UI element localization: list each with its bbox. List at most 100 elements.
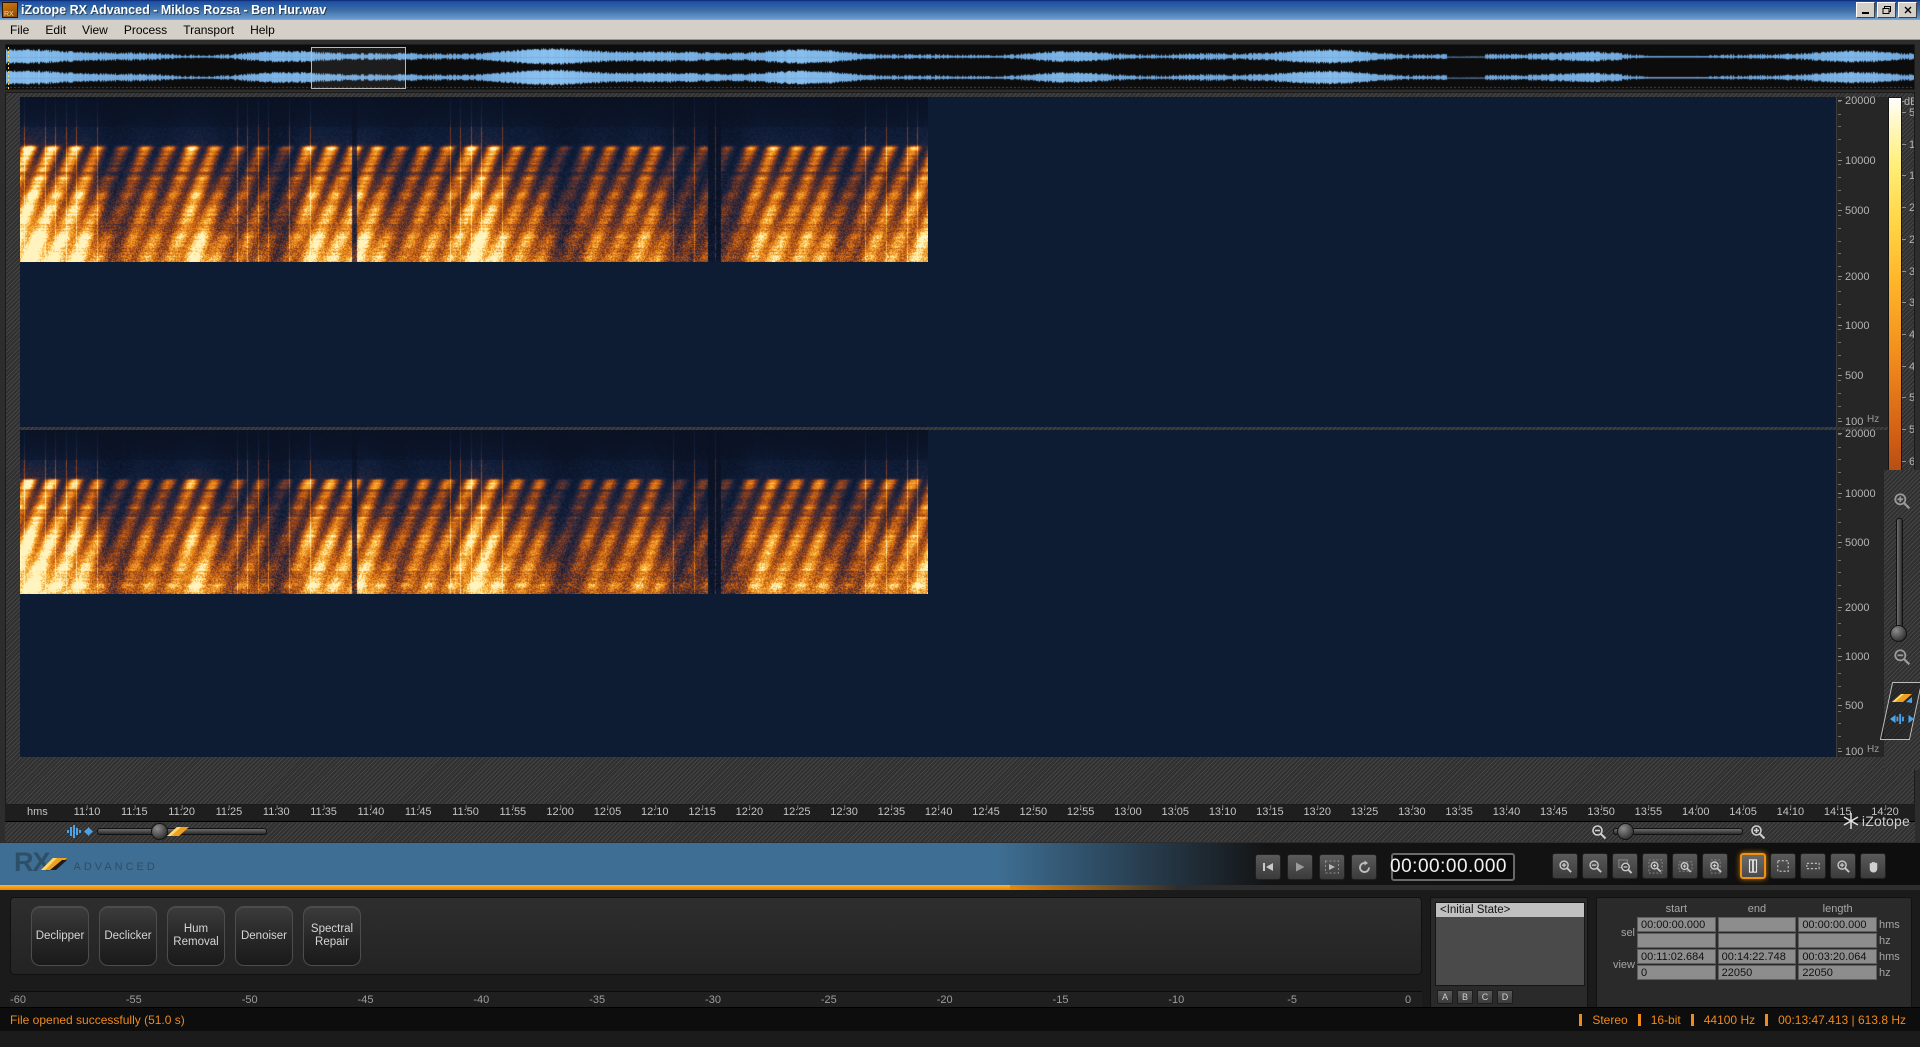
time-tick-label: 12:55 xyxy=(1066,805,1095,818)
db-tick-label: 55 xyxy=(1902,424,1914,436)
restore-icon[interactable] xyxy=(1877,2,1896,18)
frequency-ruler-right[interactable]: 20000 10000 5000 2000 1000 500 100 Hz xyxy=(1836,428,1888,758)
view-end-hms-field[interactable]: 00:14:22.748 xyxy=(1717,949,1797,964)
frequency-selection-icon xyxy=(1806,862,1820,870)
freq-minor-tick xyxy=(1838,447,1841,448)
sel-length-hms-field[interactable]: 00:00:00.000 xyxy=(1798,917,1877,932)
time-tick-label: 12:25 xyxy=(782,805,811,818)
waveform-overview[interactable] xyxy=(6,45,1914,89)
spectral-repair-button[interactable]: Spectral Repair xyxy=(303,906,361,966)
menu-item-file[interactable]: File xyxy=(2,21,37,39)
zoom-out-magnifier-icon[interactable] xyxy=(1591,824,1607,840)
db-tick-label: 5 xyxy=(1902,107,1914,119)
snapshot-d-button[interactable]: D xyxy=(1497,990,1513,1004)
minimize-icon[interactable] xyxy=(1856,2,1875,18)
history-list[interactable]: <Initial State> xyxy=(1435,902,1585,986)
close-icon[interactable] xyxy=(1898,2,1917,18)
sel-end-hz-field[interactable] xyxy=(1717,933,1797,948)
header-end: end xyxy=(1747,903,1767,915)
izotope-brand-label: iZotope xyxy=(1861,813,1910,829)
freq-minor-tick xyxy=(1838,472,1841,473)
freq-zoom-track[interactable] xyxy=(1896,518,1903,636)
frequency-selection-tool[interactable] xyxy=(1800,853,1826,879)
freq-unit-label: Hz xyxy=(1867,414,1880,425)
time-tick-label: 11:55 xyxy=(499,805,527,818)
freq-minor-tick xyxy=(1838,635,1841,636)
time-zoom-knob[interactable] xyxy=(1617,823,1634,840)
zoom-out-button[interactable] xyxy=(1582,853,1608,879)
freq-minor-tick xyxy=(1838,572,1841,573)
view-start-hms-field[interactable]: 00:11:02.684 xyxy=(1637,949,1716,964)
declipper-button[interactable]: Declipper xyxy=(31,906,89,966)
freq-minor-tick xyxy=(1838,748,1841,749)
time-tick-label: 13:25 xyxy=(1350,805,1379,818)
meter-tick-label: -60 xyxy=(10,994,26,1006)
rectangle-selection-tool[interactable] xyxy=(1770,853,1796,879)
spectrogram-view[interactable]: 20000 10000 5000 2000 1000 500 100 Hz 20000 1000… xyxy=(5,92,1915,805)
zoom-in-magnifier-icon[interactable] xyxy=(1750,824,1766,840)
menu-item-edit[interactable]: Edit xyxy=(37,21,74,39)
sel-length-hz-field[interactable] xyxy=(1798,933,1877,948)
freq-zoom-knob[interactable] xyxy=(1890,625,1907,642)
db-tick-label: 35 xyxy=(1902,297,1914,309)
sel-end-hms-field[interactable] xyxy=(1717,917,1797,932)
hand-tool[interactable] xyxy=(1860,853,1886,879)
menu-item-view[interactable]: View xyxy=(74,21,116,39)
spectral-repair-label-line1: Spectral xyxy=(310,923,354,935)
magnifier-minus-icon xyxy=(1588,859,1602,873)
view-start-hz-field[interactable]: 0 xyxy=(1637,965,1716,980)
timecode-display[interactable]: 00:00:00.000 xyxy=(1390,853,1515,881)
freq-minor-tick xyxy=(1838,164,1841,165)
zoom-freq-button[interactable] xyxy=(1702,853,1728,879)
loop-button[interactable] xyxy=(1351,854,1377,880)
menu-item-help[interactable]: Help xyxy=(242,21,283,39)
time-tick-label: 11:15 xyxy=(120,805,148,818)
window-controls xyxy=(1856,2,1920,18)
time-tick-label: 14:10 xyxy=(1776,805,1805,818)
scroll-zoom-bar xyxy=(5,822,1915,842)
sel-start-hms-field[interactable]: 00:00:00.000 xyxy=(1637,917,1716,932)
waveform-scroll-icon[interactable] xyxy=(67,825,93,838)
snapshot-c-button[interactable]: C xyxy=(1477,990,1493,1004)
time-selection-tool[interactable] xyxy=(1740,853,1766,879)
snapshot-b-button[interactable]: B xyxy=(1457,990,1473,1004)
zoom-in-button[interactable] xyxy=(1552,853,1578,879)
frequency-ruler-left[interactable]: 20000 10000 5000 2000 1000 500 100 Hz xyxy=(1836,95,1888,428)
snapshot-a-button[interactable]: A xyxy=(1437,990,1453,1004)
sel-start-hz-field[interactable] xyxy=(1637,933,1716,948)
freq-tick-label: 500 xyxy=(1837,370,1888,382)
zoom-time-button[interactable] xyxy=(1672,853,1698,879)
freq-minor-tick xyxy=(1838,368,1841,369)
time-tick-label: 11:20 xyxy=(168,805,195,818)
freq-zoom-in-icon[interactable] xyxy=(1893,492,1911,510)
freq-minor-tick xyxy=(1838,610,1841,611)
play-button[interactable] xyxy=(1287,854,1313,880)
zoom-out-full-button[interactable] xyxy=(1612,853,1638,879)
freq-scroll-handle[interactable] xyxy=(1879,682,1920,740)
freq-tick-label: 100 xyxy=(1837,416,1888,428)
denoiser-button[interactable]: Denoiser xyxy=(235,906,293,966)
go-to-start-button[interactable] xyxy=(1255,854,1281,880)
declicker-button[interactable]: Declicker xyxy=(99,906,157,966)
view-end-hz-field[interactable]: 22050 xyxy=(1717,965,1797,980)
view-length-hz-field[interactable]: 22050 xyxy=(1798,965,1877,980)
magnify-tool[interactable] xyxy=(1830,853,1856,879)
hum-removal-button[interactable]: Hum Removal xyxy=(167,906,225,966)
declicker-label: Declicker xyxy=(104,929,152,942)
zoom-to-selection-button[interactable] xyxy=(1642,853,1668,879)
spectrum-gradient-icon[interactable] xyxy=(1890,692,1914,704)
play-selection-button[interactable] xyxy=(1319,854,1345,880)
time-ruler[interactable]: hms 11:10 11:15 11:20 11:25 11:30 11:35 11:40 1… xyxy=(5,805,1915,822)
freq-scroll-wave-icon[interactable] xyxy=(1890,713,1914,725)
hum-removal-label-line2: Removal xyxy=(173,936,219,948)
spectrogram-channel-right[interactable] xyxy=(20,430,1836,757)
freq-zoom-out-icon[interactable] xyxy=(1893,648,1911,666)
menu-item-transport[interactable]: Transport xyxy=(175,21,242,39)
overview-strip[interactable] xyxy=(5,44,1915,90)
history-item[interactable]: <Initial State> xyxy=(1436,903,1584,917)
spectrogram-channel-left[interactable] xyxy=(20,97,1836,427)
view-length-hms-field[interactable]: 00:03:20.064 xyxy=(1798,949,1877,964)
freq-minor-tick xyxy=(1838,723,1841,724)
menu-item-process[interactable]: Process xyxy=(116,21,175,39)
tool-button-group xyxy=(1740,853,1886,879)
